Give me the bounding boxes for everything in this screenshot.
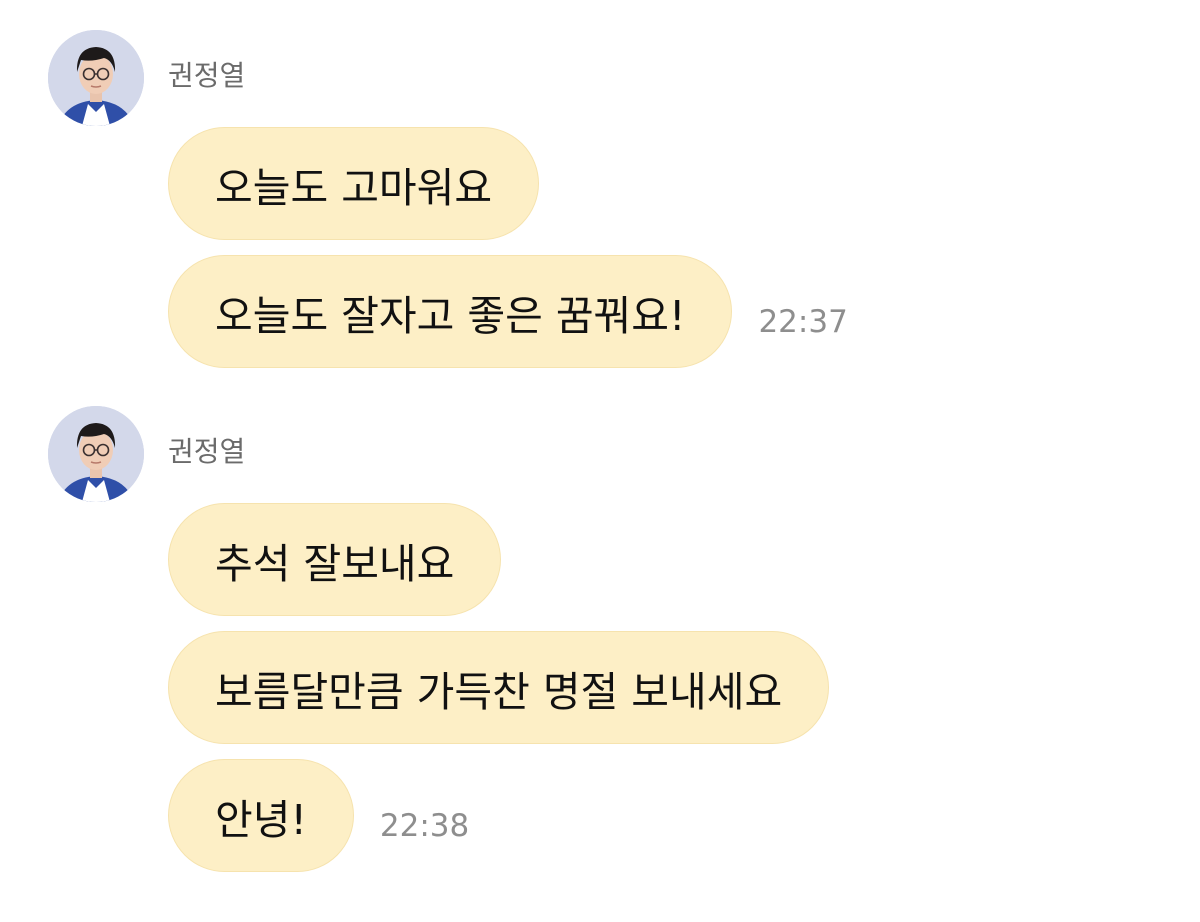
profile-avatar[interactable] [48,30,144,126]
message-timestamp: 22:37 [758,304,848,340]
profile-avatar[interactable] [48,406,144,502]
message-row: 오늘도 고마워요 [168,127,540,240]
sender-name: 권정열 [168,59,246,92]
message-bubble[interactable]: 추석 잘보내요 [168,503,502,616]
avatar-photo-icon [48,30,144,126]
message-bubble[interactable]: 보름달만큼 가득찬 명절 보내세요 [168,631,830,744]
message-bubble[interactable]: 안녕! [168,759,354,872]
message-row: 안녕! 22:38 [168,759,469,872]
avatar-photo-icon [48,406,144,502]
chat-log: 권정열 오늘도 고마워요 오늘도 잘자고 좋은 꿈꿔요! 22:37 권정열 추… [0,0,1200,922]
message-timestamp: 22:38 [379,808,470,844]
message-row: 오늘도 잘자고 좋은 꿈꿔요! 22:37 [168,255,848,368]
message-row: 추석 잘보내요 [168,503,502,616]
message-bubble[interactable]: 오늘도 잘자고 좋은 꿈꿔요! [168,255,733,368]
message-bubble[interactable]: 오늘도 고마워요 [168,127,540,240]
sender-name: 권정열 [168,435,246,468]
message-row: 보름달만큼 가득찬 명절 보내세요 [168,631,830,744]
